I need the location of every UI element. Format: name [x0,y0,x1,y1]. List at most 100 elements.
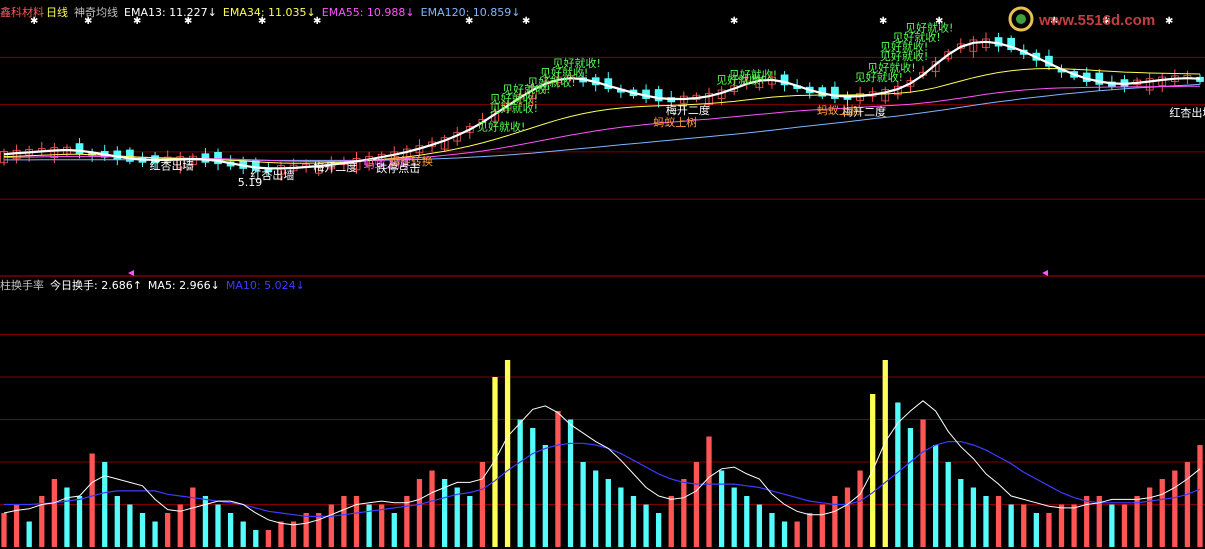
volume-bar [379,504,385,547]
volume-bar [102,462,108,547]
star-marker: ✱ [935,16,943,27]
ema34-line [3,67,1201,164]
volume-bar [1184,462,1191,547]
volume-bar [580,462,586,547]
volume-bar [819,504,825,547]
volume-bar [844,487,851,547]
volume-bar [920,419,926,547]
indicator-name[interactable]: 神奇均线 [74,6,118,19]
volume-bar [492,377,498,547]
signal-label: 见好就收! [477,120,525,134]
volume-bar [1172,470,1178,547]
volume-bar [932,445,939,547]
signal-label: 红杏出墙 [1169,105,1205,119]
volume-bar [945,462,951,547]
volume-bar [718,470,725,547]
star-marker: ✱ [730,16,738,27]
stock-name: 鑫科材料 [0,6,44,19]
volume-bar [794,521,800,547]
volume-bar [190,487,196,547]
ema55-value: EMA55: 10.988↓ [321,6,415,19]
volume-bar [983,496,989,547]
volume-bar [1084,496,1090,547]
volume-bar [958,479,964,547]
left-arrow-marker [1042,270,1048,276]
volume-bar [165,513,171,547]
volume-bar [1146,487,1153,547]
volume-bar [89,453,95,547]
volume-bar [517,419,523,547]
volume-bar [907,428,914,547]
chart-canvas[interactable]: 见好就收!见好就收!见好就收!见好就收!见好就收!见好就收!见好就收!见好就收!… [0,0,1205,549]
volume-bar [756,504,763,547]
stock-chart-window: 见好就收! 见好就收! 见好就收! 见好就收! 见好就收! 见好就收! 见好就收! 见好就收!… [0,0,1205,549]
star-marker: ✱ [879,16,887,27]
watermark-text: www.5516d.com [1038,12,1155,29]
volume-bar [542,445,548,547]
volume-bar [1021,504,1027,547]
volume-bar [567,419,574,547]
volume-bar [1046,513,1052,547]
volume-bar [1058,504,1065,547]
volume-indicator-title[interactable]: 柱换手率 [0,279,44,292]
signal-label: 蚂蚁上树 [817,103,861,117]
ema55-line [3,85,1200,162]
volume-bar [1,513,7,547]
volume-bar [618,487,624,547]
volume-bar [404,496,410,547]
volume-bar [1008,504,1014,547]
volume-bar [656,513,662,547]
volume-bar [769,513,775,547]
signal-label: 见好就收! [855,70,903,84]
volume-bar [114,496,120,547]
signal-label: 见好就收! [490,101,538,115]
volume-bar [227,513,234,547]
volume-bar [441,479,448,547]
period-label[interactable]: 日线 [46,6,68,19]
today-turnover: 今日换手: 2.686↑ [50,279,142,292]
volume-bar [467,496,473,547]
volume-bar [593,470,599,547]
volume-bar [668,496,674,547]
volume-bar [504,360,511,547]
volume-bar [857,470,863,547]
volume-bar [781,521,788,547]
volume-bar [51,479,58,547]
volume-bar [1109,504,1115,547]
signal-label: 蚂蚁上树 [653,115,697,129]
volume-bar [1033,513,1039,547]
volume-bar [1121,504,1128,547]
volume-bar [1134,496,1140,547]
volume-bar [643,504,649,547]
volume-bar [316,513,322,547]
volume-bar [240,521,246,547]
volume-bar [1071,504,1077,547]
volume-bar [328,504,334,547]
left-arrow-marker [128,270,134,276]
volume-bar [555,411,561,547]
volume-bar [530,428,536,547]
volume-bar [895,402,901,547]
volume-panel-header: 柱换手率 今日换手: 2.686↑ MA5: 2.966↓ MA10: 5.024↓ [0,279,311,292]
signal-label: 见好就收! [716,72,764,86]
vol-ma10-line [4,441,1201,518]
volume-bar [26,521,32,547]
volume-bar [429,470,435,547]
volume-bar [479,462,486,547]
volume-bar [1197,445,1203,547]
volume-bar [693,462,700,547]
volume-bar [731,487,737,547]
price-panel-header: 鑫科材料 日线 神奇均线 EMA13: 11.227↓ EMA34: 11.035↓ EM… [0,6,527,19]
volume-bar [1096,496,1102,547]
volume-bar [970,487,977,547]
watermark: www.5516d.com [1005,5,1197,33]
volume-bar [605,479,611,547]
volume-bar [341,496,347,547]
volume-bar [76,496,83,547]
volume-bar [882,360,888,547]
volume-bar [303,513,309,547]
volume-bar [353,496,360,547]
signal-label: 梅开二度 [313,160,357,174]
volume-bar [127,504,133,547]
ema120-value: EMA120: 10.859↓ [420,6,521,19]
